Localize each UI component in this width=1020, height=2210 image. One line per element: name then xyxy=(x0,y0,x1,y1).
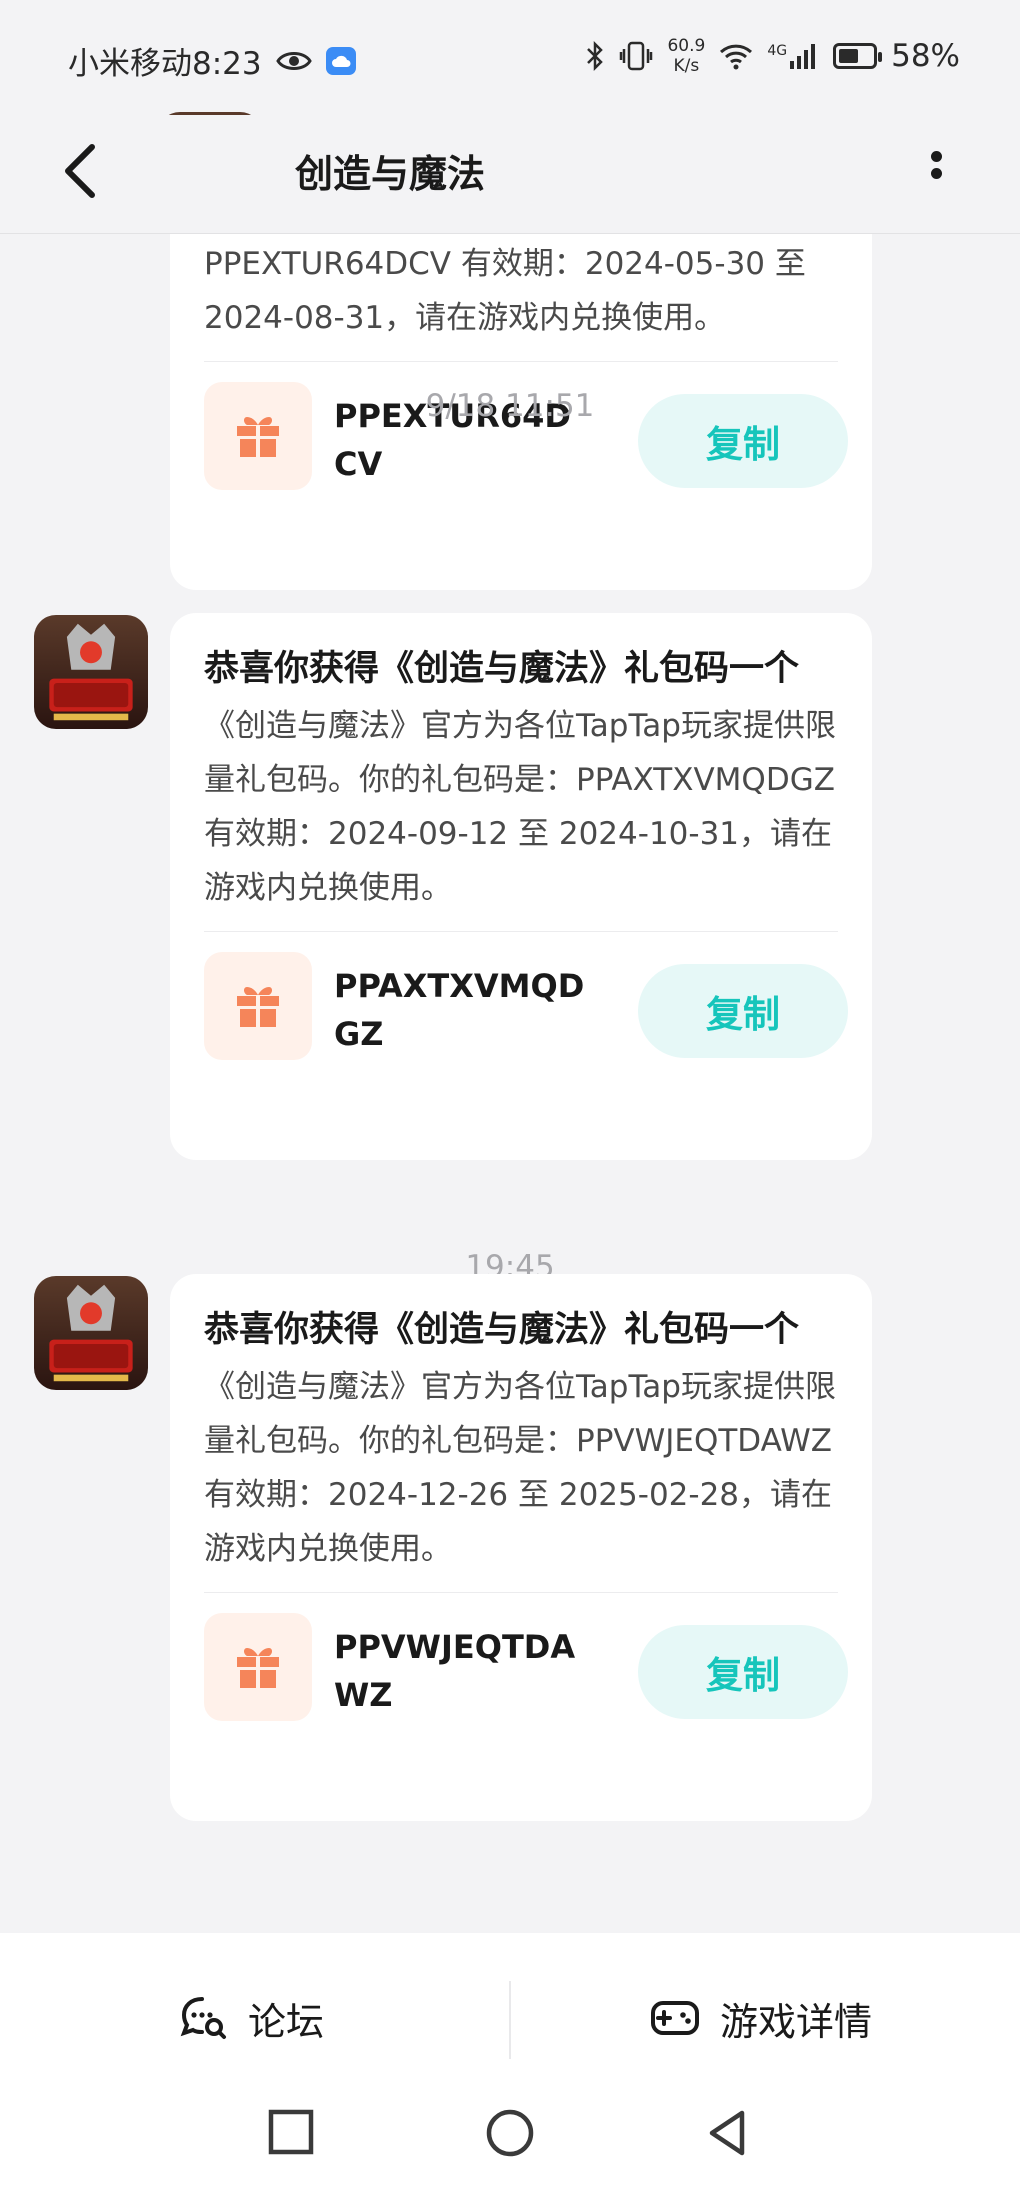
message-feed[interactable]: PPEXTUR64DCV 有效期：2024-05-30 至 2024-08-31… xyxy=(0,233,1020,1933)
gamepad-icon xyxy=(651,2001,699,2035)
page-title: 创造与魔法 xyxy=(295,152,486,196)
message-timestamp: 9/18 11:51 xyxy=(425,388,595,424)
vibrate-icon xyxy=(620,41,653,71)
message-title: 恭喜你获得《创造与魔法》礼包码一个 xyxy=(204,649,800,689)
message-card: 恭喜你获得《创造与魔法》礼包码一个 《创造与魔法》官方为各位TapTap玩家提供… xyxy=(170,613,872,1160)
copy-button[interactable]: 复制 xyxy=(638,1625,848,1719)
copy-button[interactable]: 复制 xyxy=(638,964,848,1058)
more-options-icon[interactable] xyxy=(926,145,946,195)
back-nav-icon[interactable] xyxy=(698,2103,758,2163)
bottom-action-bar: 论坛 游戏详情 xyxy=(0,1933,1020,2103)
recent-apps-icon[interactable] xyxy=(262,2103,322,2163)
battery-percent: 58% xyxy=(891,38,960,74)
home-icon[interactable] xyxy=(480,2103,540,2163)
carrier-time: 小米移动8:23 xyxy=(68,46,262,82)
battery-fill xyxy=(839,49,858,63)
gift-code-row: PPEXTUR64DCV 复制 xyxy=(204,362,848,512)
network-speed: 60.9 K/s xyxy=(667,36,705,76)
back-icon[interactable] xyxy=(60,141,100,201)
gift-code-row: PPAXTXVMQDGZ 复制 xyxy=(204,932,848,1082)
forum-label: 论坛 xyxy=(248,1999,325,2044)
gift-code: PPVWJEQTDAWZ xyxy=(334,1628,576,1714)
eye-icon xyxy=(275,51,312,70)
status-bar: 小米移动8:23 60.9 K/s 4G 58% xyxy=(0,0,1020,115)
game-logo-icon xyxy=(34,615,148,729)
gift-icon xyxy=(204,952,312,1060)
forum-button[interactable]: 论坛 xyxy=(180,1933,324,2103)
gift-code: PPAXTXVMQDGZ xyxy=(334,967,585,1053)
system-nav-bar xyxy=(0,2103,1020,2210)
status-right: 60.9 K/s 4G 58% xyxy=(585,36,960,76)
status-left: 小米移动8:23 xyxy=(68,38,356,83)
speed-value: 60.9 xyxy=(667,36,706,56)
divider xyxy=(509,1981,511,2059)
game-logo-icon xyxy=(34,1276,148,1390)
message-card: 恭喜你获得《创造与魔法》礼包码一个 《创造与魔法》官方为各位TapTap玩家提供… xyxy=(170,1274,872,1821)
message-body: 《创造与魔法》官方为各位TapTap玩家提供限量礼包码。你的礼包码是：PPVWJ… xyxy=(204,1369,836,1567)
bluetooth-icon xyxy=(587,40,604,72)
chat-header: 创造与魔法 xyxy=(0,115,1020,234)
message-title: 恭喜你获得《创造与魔法》礼包码一个 xyxy=(204,1310,800,1350)
game-details-button[interactable]: 游戏详情 xyxy=(650,1933,872,2103)
wifi-icon xyxy=(720,44,753,70)
sender-avatar[interactable] xyxy=(34,615,148,729)
network-type: 4G xyxy=(767,43,788,59)
forum-chat-icon xyxy=(180,1997,226,2039)
message-body: PPEXTUR64DCV 有效期：2024-05-30 至 2024-08-31… xyxy=(204,246,806,336)
speed-unit: K/s xyxy=(673,56,700,76)
gift-icon xyxy=(204,1613,312,1721)
game-details-label: 游戏详情 xyxy=(720,1999,873,2044)
sender-avatar[interactable] xyxy=(34,1276,148,1390)
battery-icon xyxy=(833,43,883,69)
gift-code-row: PPVWJEQTDAWZ 复制 xyxy=(204,1593,848,1743)
cloud-icon xyxy=(325,46,356,75)
message-body: 《创造与魔法》官方为各位TapTap玩家提供限量礼包码。你的礼包码是：PPAXT… xyxy=(204,708,836,906)
cell-signal-icon: 4G xyxy=(767,43,819,69)
